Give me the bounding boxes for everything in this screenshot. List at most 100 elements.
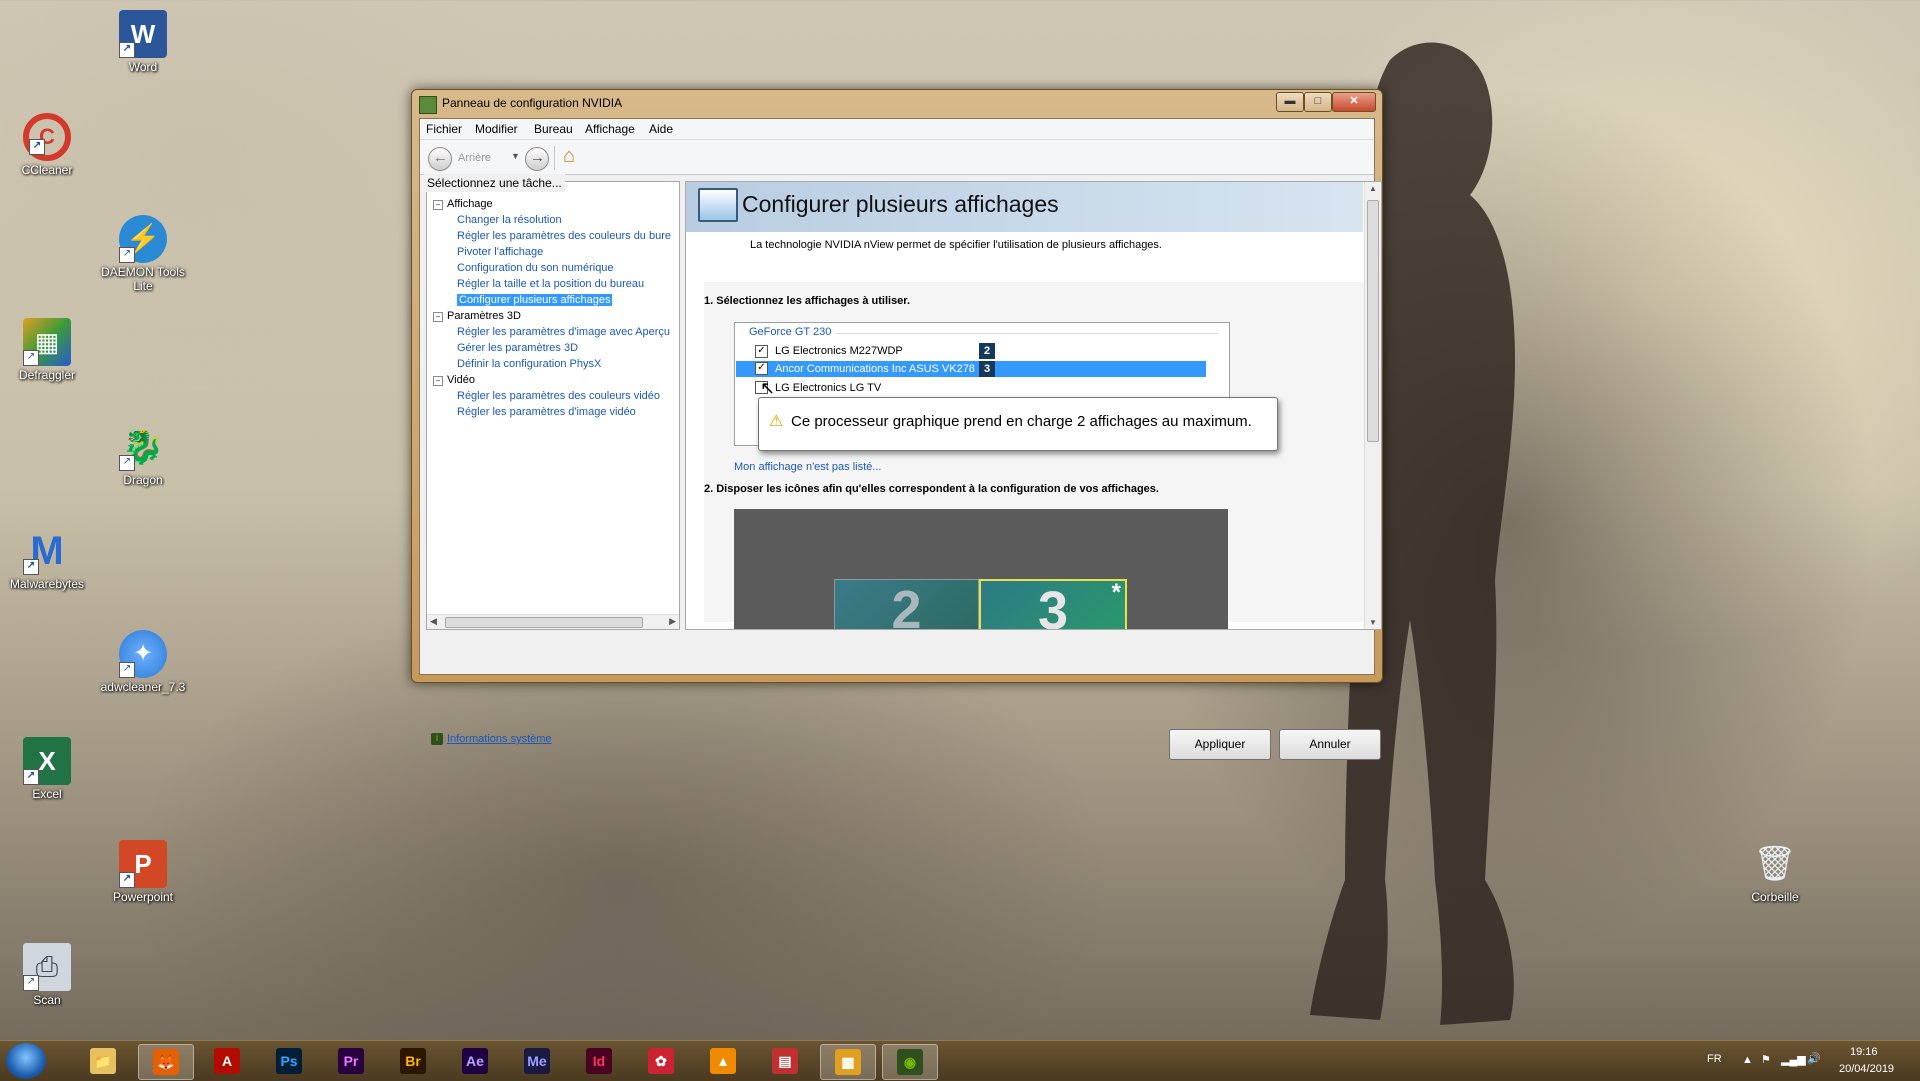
display-not-listed-link[interactable]: Mon affichage n'est pas listé... <box>734 461 881 473</box>
forward-button[interactable]: → <box>525 147 549 171</box>
taskbar-app-sparkle[interactable]: ✿ <box>634 1044 688 1078</box>
desktop-icon-recycle-bin[interactable]: 🗑 Corbeille <box>1725 840 1825 904</box>
display-checkbox[interactable]: ✓ <box>755 345 768 358</box>
taskbar-app-after-effects[interactable]: Ae <box>448 1044 502 1078</box>
volume-icon[interactable]: 🔊 <box>1807 1052 1821 1065</box>
taskbar-app-photoshop[interactable]: Ps <box>262 1044 316 1078</box>
taskbar-app-acrobat[interactable]: A <box>200 1044 254 1078</box>
adwcleaner-icon: ✦ ↗ <box>119 630 167 678</box>
tree-item-plusieurs-affichages[interactable]: Configurer plusieurs affichages <box>457 294 613 306</box>
display-checkbox[interactable]: ✓ <box>755 362 768 375</box>
scroll-right-icon[interactable]: ▶ <box>669 616 676 627</box>
minimize-button[interactable]: ▬ <box>1276 92 1304 112</box>
system-info-link[interactable]: Informations système <box>447 733 552 745</box>
main-vertical-scrollbar[interactable]: ▲ ▼ <box>1364 182 1381 629</box>
close-button[interactable]: ✕ <box>1332 92 1376 112</box>
display-arrangement-area[interactable]: 2 3 * <box>734 509 1228 629</box>
daemon-tools-icon: ⚡ ↗ <box>119 215 167 263</box>
clock-date[interactable]: 20/04/2019 <box>1839 1063 1894 1075</box>
tree-item-physx[interactable]: Définir la configuration PhysX <box>457 358 601 370</box>
taskbar-app-premiere[interactable]: Pr <box>324 1044 378 1078</box>
tree-item-gerer-3d[interactable]: Gérer les paramètres 3D <box>457 342 578 354</box>
sidebar-horizontal-scrollbar[interactable]: ◀ ▶ <box>427 614 679 629</box>
taskbar-app-bridge[interactable]: Br <box>386 1044 440 1078</box>
desktop-icon-scan[interactable]: ⎙ ↗ Scan <box>0 943 97 1007</box>
show-hidden-icons[interactable]: ▲ <box>1742 1054 1753 1066</box>
start-button[interactable] <box>6 1043 46 1079</box>
menu-modifier[interactable]: Modifier <box>475 122 518 136</box>
tree-item-couleurs-bureau[interactable]: Régler les paramètres des couleurs du bu… <box>457 230 671 242</box>
media-encoder-icon: Me <box>524 1048 550 1074</box>
scroll-thumb[interactable] <box>1367 200 1379 442</box>
language-indicator[interactable]: FR <box>1707 1053 1722 1065</box>
title-bar[interactable]: Panneau de configuration NVIDIA ▬ □ ✕ <box>412 90 1382 116</box>
tree-item-taille-position[interactable]: Régler la taille et la position du burea… <box>457 278 644 290</box>
premiere-icon: Pr <box>338 1048 364 1074</box>
tree-item-couleurs-video[interactable]: Régler les paramètres des couleurs vidéo <box>457 390 660 402</box>
menu-fichier[interactable]: Fichier <box>426 122 462 136</box>
desktop-icon-malwarebytes[interactable]: M ↗ Malwarebytes <box>0 527 97 591</box>
tree-item-image-video[interactable]: Régler les paramètres d'image vidéo <box>457 406 636 418</box>
taskbar-app-indesign[interactable]: Id <box>572 1044 626 1078</box>
tree-item-pivoter-affichage[interactable]: Pivoter l'affichage <box>457 246 543 258</box>
scroll-thumb[interactable] <box>445 617 643 628</box>
menu-bureau[interactable]: Bureau <box>534 122 573 136</box>
tree-item-image-apercu[interactable]: Régler les paramètres d'image avec Aperç… <box>457 326 670 338</box>
window-title: Panneau de configuration NVIDIA <box>442 96 623 110</box>
scroll-left-icon[interactable]: ◀ <box>430 616 437 627</box>
scroll-down-icon[interactable]: ▼ <box>1369 618 1377 627</box>
desktop-icon-ccleaner[interactable]: C ↗ CCleaner <box>0 113 97 177</box>
desktop-icon-word[interactable]: W ↗ Word <box>93 10 193 74</box>
taskbar: 📁 🦊 A Ps Pr Br Ae Me Id ✿ ▲ ▤ ▦ ◉ FR ▲ ⚑ ▂▄▆ 🔊 19:16 … <box>0 1040 1920 1081</box>
taskbar-app-nvidia[interactable]: ◉ <box>882 1044 938 1080</box>
taskbar-app-explorer[interactable]: 📁 <box>76 1044 130 1078</box>
scroll-up-icon[interactable]: ▲ <box>1369 184 1377 193</box>
taskbar-app-media-encoder[interactable]: Me <box>510 1044 564 1078</box>
clock-time[interactable]: 19:16 <box>1850 1046 1878 1058</box>
action-center-icon[interactable]: ⚑ <box>1761 1053 1771 1066</box>
collapse-icon[interactable]: − <box>433 200 443 210</box>
tree-group-parametres-3d[interactable]: − Paramètres 3D <box>433 310 521 322</box>
dragon-icon: 🐉 ↗ <box>119 423 167 471</box>
tree-item-changer-resolution[interactable]: Changer la résolution <box>457 214 562 226</box>
monitor-tile-3[interactable]: 3 * <box>979 579 1127 629</box>
tree-item-son-numerique[interactable]: Configuration du son numérique <box>457 262 614 274</box>
display-row[interactable]: LG Electronics LG TV <box>735 379 1205 395</box>
taskbar-app-defraggler[interactable]: ▦ <box>820 1044 876 1080</box>
desktop-icon-defraggler[interactable]: ▦ ↗ Defraggler <box>0 318 97 382</box>
display-row[interactable]: ✓ LG Electronics M227WDP 2 <box>735 343 1205 359</box>
network-icon[interactable]: ▂▄▆ <box>1781 1053 1806 1066</box>
collapse-icon[interactable]: − <box>433 376 443 386</box>
maximize-button[interactable]: □ <box>1304 92 1332 112</box>
menu-affichage[interactable]: Affichage <box>585 122 635 136</box>
tree-group-video[interactable]: − Vidéo <box>433 374 475 386</box>
display-number-badge: 2 <box>979 343 995 359</box>
defraggler-icon: ▦ ↗ <box>23 318 71 366</box>
malwarebytes-icon: M ↗ <box>23 527 71 575</box>
desktop-icon-adwcleaner[interactable]: ✦ ↗ adwcleaner_7.3 <box>93 630 193 694</box>
back-button[interactable]: ← <box>428 147 452 171</box>
home-icon[interactable]: ⌂ <box>563 145 575 168</box>
desktop-icon-daemon-tools[interactable]: ⚡ ↗ DAEMON Tools Lite <box>93 215 193 293</box>
photoshop-icon: Ps <box>276 1048 302 1074</box>
sidebar-heading: Sélectionnez une tâche... <box>424 174 565 192</box>
tree-group-affichage[interactable]: − Affichage <box>433 198 493 210</box>
taskbar-app-toolbox[interactable]: ▤ <box>758 1044 812 1078</box>
taskbar-app-firefox[interactable]: 🦊 <box>138 1044 194 1080</box>
monitor-tile-2[interactable]: 2 <box>834 579 979 629</box>
collapse-icon[interactable]: − <box>433 312 443 322</box>
apply-button[interactable]: Appliquer <box>1169 729 1271 760</box>
task-sidebar: Sélectionnez une tâche... − Affichage Cha… <box>424 174 680 630</box>
desktop-icon-excel[interactable]: X ↗ Excel <box>0 737 97 801</box>
gpu-name: GeForce GT 230 <box>749 326 832 338</box>
menu-aide[interactable]: Aide <box>649 122 673 136</box>
taskbar-app-vlc[interactable]: ▲ <box>696 1044 750 1078</box>
desktop-icon-dragon[interactable]: 🐉 ↗ Dragon <box>93 423 193 487</box>
cancel-button[interactable]: Annuler <box>1279 729 1381 760</box>
primary-display-marker: * <box>1111 579 1121 606</box>
desktop-icon-powerpoint[interactable]: P ↗ Powerpoint <box>93 840 193 904</box>
display-number-badge: 3 <box>979 361 995 377</box>
history-dropdown-icon[interactable]: ▼ <box>511 151 520 161</box>
vlc-icon: ▲ <box>710 1048 736 1074</box>
display-row-selected[interactable]: ✓ Ancor Communications Inc ASUS VK278 3 <box>736 361 1206 377</box>
